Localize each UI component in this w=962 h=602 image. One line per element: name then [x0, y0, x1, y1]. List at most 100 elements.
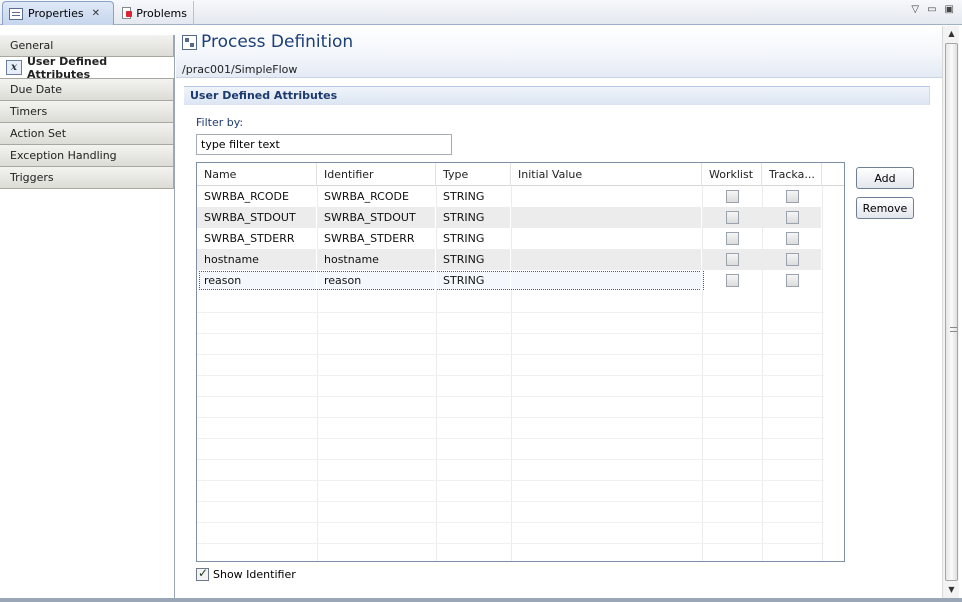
tab-problems-label: Problems: [136, 6, 187, 20]
scrollbar-thumb[interactable]: [945, 43, 958, 581]
grid-line: [197, 438, 824, 439]
worklist-checkbox[interactable]: [726, 253, 739, 266]
cell-identifier: hostname: [317, 249, 436, 270]
vertical-scrollbar[interactable]: ▲ ▼: [942, 26, 959, 598]
cell-type: STRING: [436, 249, 511, 270]
cell-name: reason: [197, 270, 317, 291]
process-definition-icon: [182, 35, 197, 50]
properties-icon: [9, 7, 23, 20]
problems-icon: [122, 7, 133, 19]
tab-problems[interactable]: Problems: [116, 1, 194, 25]
sidebar-item-user-defined-attributes[interactable]: x User Defined Attributes: [0, 54, 174, 81]
column-header-name[interactable]: Name: [197, 163, 317, 186]
property-sections-nav: General x User Defined Attributes Due Da…: [0, 35, 175, 602]
sidebar-item-timers[interactable]: Timers: [0, 101, 174, 123]
column-header-identifier[interactable]: Identifier: [317, 163, 436, 186]
cell-initial-value[interactable]: [511, 249, 702, 270]
sidebar-item-label: Exception Handling: [10, 149, 117, 162]
grid-line: [197, 396, 824, 397]
breadcrumb: /prac001/SimpleFlow: [182, 63, 298, 76]
trackable-checkbox[interactable]: [786, 190, 799, 203]
grid-line: [197, 354, 824, 355]
sidebar-item-label: Due Date: [10, 83, 62, 96]
window-controls: ▽ ▭ ▣: [911, 4, 954, 15]
minimize-icon[interactable]: ▭: [927, 4, 936, 15]
grip-icon: [950, 327, 957, 332]
cell-name: hostname: [197, 249, 317, 270]
table-row[interactable]: SWRBA_STDERR SWRBA_STDERR STRING: [197, 228, 844, 249]
variable-icon: x: [6, 60, 22, 75]
cell-identifier: SWRBA_STDERR: [317, 228, 436, 249]
cell-type: STRING: [436, 270, 511, 291]
filter-label: Filter by:: [196, 116, 244, 129]
worklist-checkbox[interactable]: [726, 190, 739, 203]
table-row[interactable]: hostname hostname STRING: [197, 249, 844, 270]
grid-line: [197, 333, 824, 334]
column-header-trackable[interactable]: Tracka...: [762, 163, 822, 186]
sidebar-item-label: Triggers: [10, 171, 54, 184]
sidebar-item-label: Timers: [10, 105, 48, 118]
trackable-checkbox[interactable]: [786, 253, 799, 266]
cell-identifier: SWRBA_RCODE: [317, 186, 436, 207]
table-row-selected[interactable]: reason reason STRING: [197, 270, 844, 291]
cell-type: STRING: [436, 186, 511, 207]
section-header: User Defined Attributes: [184, 86, 930, 105]
cell-name: SWRBA_STDOUT: [197, 207, 317, 228]
filter-input[interactable]: [196, 134, 452, 155]
cell-initial-value[interactable]: [511, 186, 702, 207]
grid-line: [197, 543, 824, 544]
scroll-down-icon[interactable]: ▼: [943, 582, 960, 598]
main-panel: Process Definition /prac001/SimpleFlow U…: [176, 26, 942, 602]
column-header-type[interactable]: Type: [436, 163, 511, 186]
cell-initial-value[interactable]: [511, 228, 702, 249]
sidebar-item-due-date[interactable]: Due Date: [0, 79, 174, 101]
sidebar-item-exception-handling[interactable]: Exception Handling: [0, 145, 174, 167]
page-header: Process Definition /prac001/SimpleFlow: [176, 26, 942, 78]
sidebar-item-label: General: [10, 39, 54, 52]
grid-line: [197, 312, 824, 313]
sidebar-item-action-set[interactable]: Action Set: [0, 123, 174, 145]
worklist-checkbox[interactable]: [726, 211, 739, 224]
view-menu-icon[interactable]: ▽: [911, 4, 919, 15]
page-title: Process Definition: [201, 32, 354, 52]
add-button[interactable]: Add: [856, 167, 914, 189]
trackable-checkbox[interactable]: [786, 211, 799, 224]
grid-line: [197, 417, 824, 418]
grid-line: [197, 522, 824, 523]
scroll-up-icon[interactable]: ▲: [943, 26, 960, 42]
table-body: SWRBA_RCODE SWRBA_RCODE STRING SWRBA_STD…: [197, 186, 844, 561]
cell-initial-value[interactable]: [511, 207, 702, 228]
show-identifier-option[interactable]: Show Identifier: [196, 566, 296, 581]
maximize-icon[interactable]: ▣: [945, 4, 954, 15]
worklist-checkbox[interactable]: [726, 274, 739, 287]
cell-initial-value[interactable]: [511, 270, 702, 291]
worklist-checkbox[interactable]: [726, 232, 739, 245]
attributes-table: Name Identifier Type Initial Value Workl…: [196, 162, 845, 562]
cell-checkbox-bg: [702, 207, 822, 228]
sidebar-item-label: User Defined Attributes: [26, 54, 108, 81]
tab-properties[interactable]: Properties ✕: [2, 1, 114, 25]
grid-line: [197, 375, 824, 376]
table-row[interactable]: SWRBA_STDOUT SWRBA_STDOUT STRING: [197, 207, 844, 228]
table-row[interactable]: SWRBA_RCODE SWRBA_RCODE STRING: [197, 186, 844, 207]
close-icon[interactable]: ✕: [92, 8, 100, 19]
cell-identifier: SWRBA_STDOUT: [317, 207, 436, 228]
cell-name: SWRBA_RCODE: [197, 186, 317, 207]
show-identifier-label: Show Identifier: [213, 568, 296, 581]
cell-name: SWRBA_STDERR: [197, 228, 317, 249]
column-header-worklist[interactable]: Worklist: [702, 163, 762, 186]
cell-checkbox-bg: [702, 249, 822, 270]
sidebar-item-triggers[interactable]: Triggers: [0, 167, 174, 189]
show-identifier-checkbox[interactable]: [196, 566, 209, 581]
column-header-initial-value[interactable]: Initial Value: [511, 163, 702, 186]
trackable-checkbox[interactable]: [786, 232, 799, 245]
tab-properties-label: Properties: [28, 7, 84, 20]
bottom-border: [0, 598, 962, 602]
remove-button[interactable]: Remove: [856, 197, 914, 219]
sidebar-item-label: Action Set: [10, 127, 67, 140]
grid-line: [197, 501, 824, 502]
cell-identifier: reason: [317, 270, 436, 291]
grid-line: [197, 480, 824, 481]
cell-type: STRING: [436, 228, 511, 249]
trackable-checkbox[interactable]: [786, 274, 799, 287]
